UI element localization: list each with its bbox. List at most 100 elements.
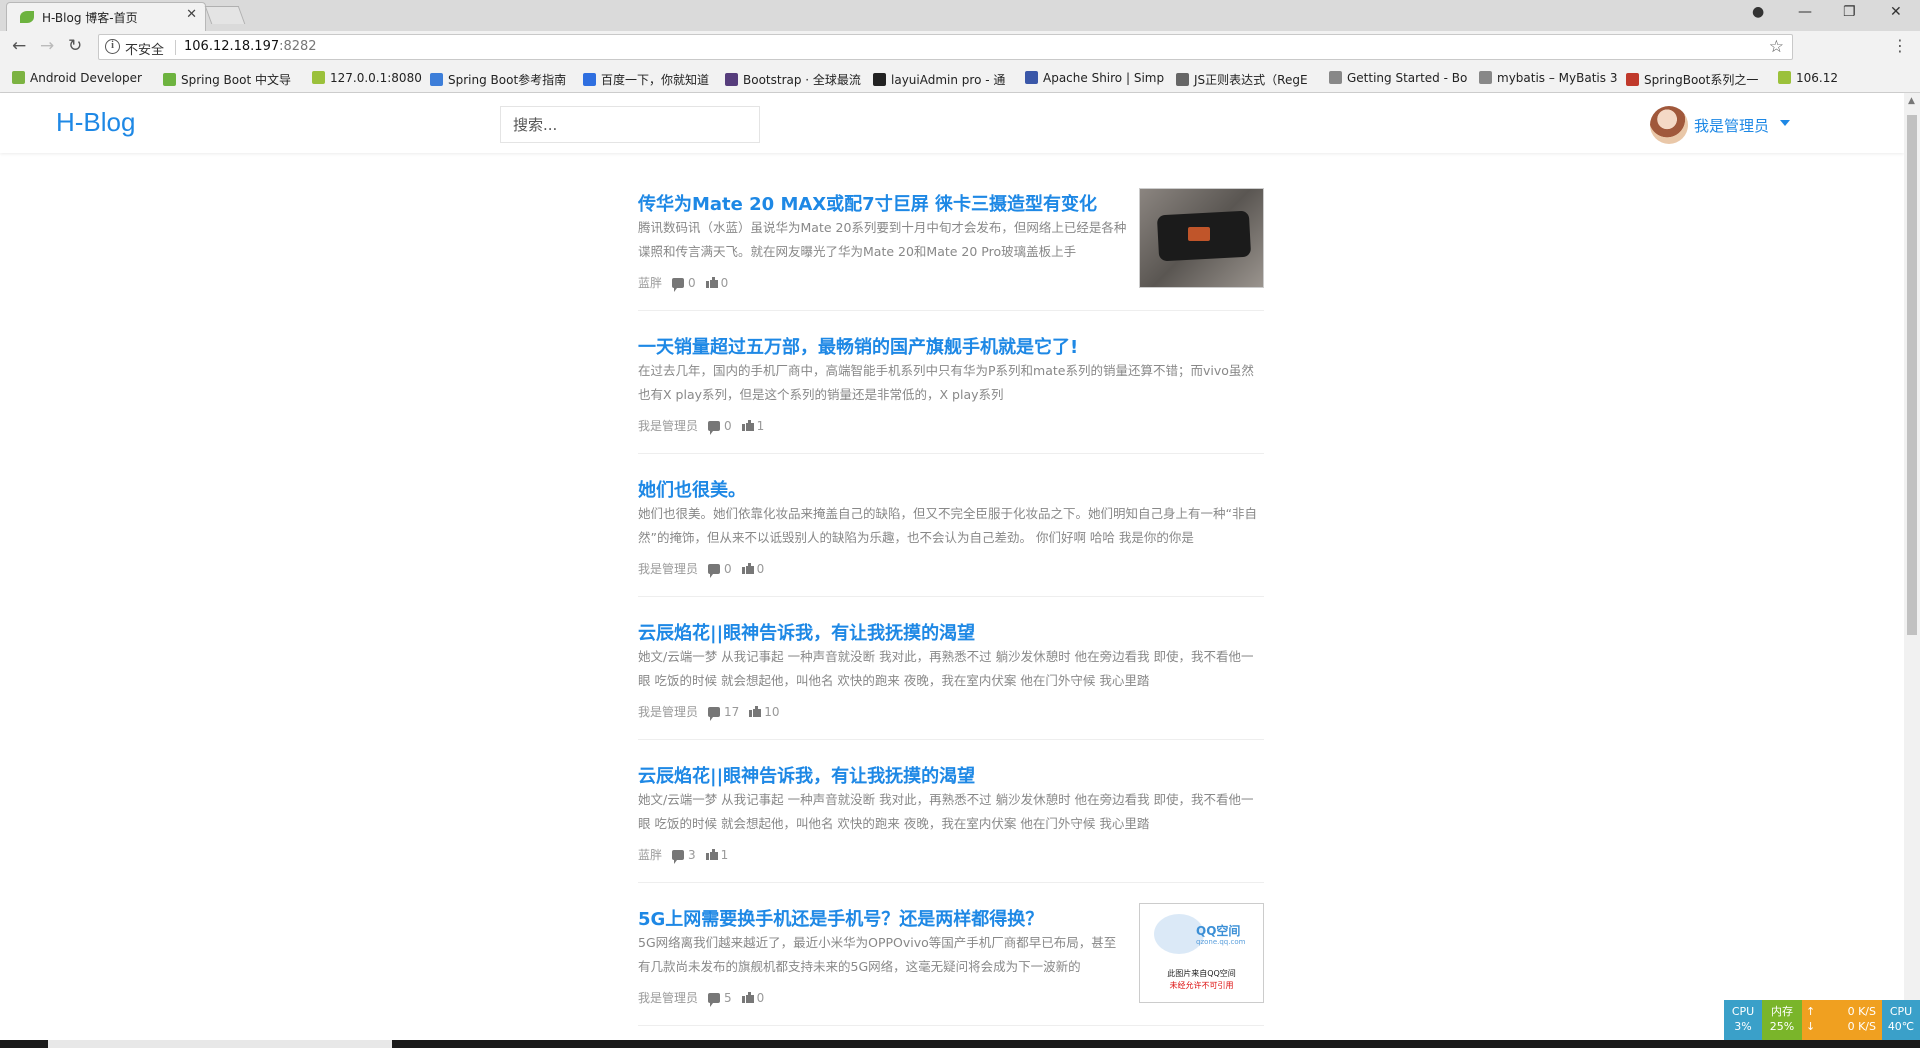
comment-count: 0 (688, 275, 696, 290)
post-summary: 在过去几年，国内的手机厂商中，高端智能手机系列中只有华为P系列和mate系列的销… (638, 363, 1254, 402)
search-input[interactable] (500, 106, 760, 143)
bookmark-favicon-icon (725, 73, 738, 86)
bookmark-item[interactable]: mybatis – MyBatis 3 (1479, 71, 1617, 85)
avatar[interactable] (1650, 106, 1688, 144)
url-text[interactable]: 106.12.18.197:8282 (184, 39, 317, 54)
bookmark-item[interactable]: Getting Started - Bo (1329, 71, 1467, 85)
bookmark-star-icon[interactable]: ☆ (1769, 37, 1784, 57)
bookmark-item[interactable]: 百度一下，你就知道 (583, 71, 709, 88)
bookmark-label: Getting Started - Bo (1347, 71, 1468, 85)
bookmark-label: JS正则表达式（RegE (1194, 73, 1308, 87)
post-author[interactable]: 我是管理员 (638, 989, 698, 1006)
post-title[interactable]: 云辰焰花||眼神告诉我，有让我抚摸的渴望 (638, 762, 975, 788)
temp-label: CPU (1889, 1005, 1913, 1018)
bookmark-favicon-icon (583, 73, 596, 86)
close-tab-icon[interactable]: ✕ (186, 7, 197, 22)
thumbs-up-icon[interactable] (741, 563, 754, 574)
minimize-icon[interactable]: — (1798, 4, 1812, 20)
post-author[interactable]: 我是管理员 (638, 417, 698, 434)
comment-icon (708, 992, 721, 1007)
post-title[interactable]: 云辰焰花||眼神告诉我，有让我抚摸的渴望 (638, 619, 975, 645)
like-count: 0 (756, 561, 765, 576)
info-icon[interactable]: i (105, 39, 120, 54)
post-list: 传华为Mate 20 MAX或配7寸巨屏 徕卡三摄造型有变化 腾讯数码讯（水蓝）虽… (638, 168, 1264, 1026)
caret-down-icon[interactable] (1780, 120, 1790, 126)
page-scrollbar[interactable]: ▲ (1904, 93, 1920, 1048)
restore-icon[interactable]: ❐ (1843, 4, 1856, 20)
bookmark-label: mybatis – MyBatis 3 (1497, 71, 1617, 85)
browser-menu-icon[interactable]: ⋮ (1892, 36, 1908, 55)
bookmark-item[interactable]: Apache Shiro | Simp (1025, 71, 1164, 85)
bookmark-item[interactable]: Spring Boot参考指南 (430, 71, 566, 88)
bookmark-label: layuiAdmin pro - 通 (891, 73, 1006, 87)
post-summary: 她文/云端一梦 从我记事起 一种声音就没断 我对此，再熟悉不过 躺沙发休憩时 他… (638, 649, 1254, 688)
post-item: 云辰焰花||眼神告诉我，有让我抚摸的渴望 她文/云端一梦 从我记事起 一种声音就没… (638, 740, 1264, 883)
bookmark-item[interactable]: 106.12 (1778, 71, 1838, 85)
post-title[interactable]: 她们也很美。 (638, 476, 746, 502)
scroll-thumb[interactable] (1907, 115, 1917, 635)
back-arrow-icon[interactable]: ← (12, 36, 26, 56)
scroll-up-icon[interactable]: ▲ (1908, 96, 1915, 106)
post-meta: 蓝胖 0 0 (638, 274, 729, 292)
cpu-value: 3% (1734, 1020, 1752, 1033)
forward-arrow-icon[interactable]: → (40, 36, 54, 56)
user-name[interactable]: 我是管理员 (1694, 115, 1769, 136)
post-summary: 她们也很美。她们依靠化妆品来掩盖自己的缺陷，但又不完全臣服于化妆品之下。她们明知… (638, 506, 1257, 545)
bookmark-item[interactable]: Android Developer (12, 71, 142, 85)
reload-icon[interactable]: ↻ (68, 36, 82, 56)
bookmark-item[interactable]: Bootstrap · 全球最流 (725, 71, 861, 88)
memory-label: 内存 (1771, 1005, 1793, 1018)
browser-tab[interactable]: H-Blog 博客-首页 ✕ (6, 2, 206, 31)
cpu-temperature: CPU 40℃ (1882, 1000, 1920, 1040)
thumbs-up-icon[interactable] (705, 849, 718, 860)
security-label[interactable]: 不安全 (125, 39, 164, 58)
thumbs-up-icon[interactable] (741, 992, 754, 1003)
post-meta: 我是管理员 0 0 (638, 560, 765, 578)
bookmark-label: 127.0.0.1:8080 (330, 71, 422, 85)
post-author[interactable]: 我是管理员 (638, 560, 698, 577)
post-meta: 蓝胖 3 1 (638, 846, 728, 864)
comment-count: 17 (724, 704, 740, 719)
bookmark-favicon-icon (163, 73, 176, 86)
profile-icon[interactable]: ● (1752, 4, 1764, 20)
new-tab-button[interactable] (204, 6, 246, 24)
bookmark-item[interactable]: SpringBoot系列之一 (1626, 71, 1758, 88)
taskbar-item[interactable] (48, 1040, 392, 1048)
post-author[interactable]: 蓝胖 (638, 274, 662, 291)
browser-toolbar: ← → ↻ i 不安全 106.12.18.197:8282 ☆ ⋮ (0, 31, 1920, 64)
bookmark-label: Apache Shiro | Simp (1043, 71, 1165, 85)
upload-speed: 0 K/S (1847, 1005, 1876, 1018)
thumbs-up-icon[interactable] (741, 420, 754, 431)
network-speed: ↑ 0 K/S ↓ 0 K/S (1802, 1000, 1882, 1040)
bookmark-favicon-icon (312, 71, 325, 84)
bookmark-label: Bootstrap · 全球最流 (743, 73, 861, 87)
qq-notice: 此图片来自QQ空间 (1167, 969, 1236, 978)
bookmark-item[interactable]: 127.0.0.1:8080 (312, 71, 422, 85)
thumbs-up-icon[interactable] (705, 277, 718, 288)
bookmark-label: Spring Boot参考指南 (448, 73, 567, 87)
thumbs-up-icon[interactable] (749, 706, 762, 717)
address-bar[interactable]: i 不安全 106.12.18.197:8282 ☆ (98, 34, 1793, 60)
post-author[interactable]: 蓝胖 (638, 846, 662, 863)
close-window-icon[interactable]: ✕ (1890, 4, 1902, 20)
comment-icon (672, 849, 685, 864)
site-logo[interactable]: H-Blog (56, 107, 135, 138)
bookmark-item[interactable]: layuiAdmin pro - 通 (873, 71, 1005, 88)
post-title[interactable]: 5G上网需要换手机还是手机号？还是两样都得换？ (638, 905, 1043, 931)
like-count: 0 (720, 275, 729, 290)
like-count: 0 (756, 990, 765, 1005)
bookmark-item[interactable]: Spring Boot 中文导 (163, 71, 291, 88)
post-item: 云辰焰花||眼神告诉我，有让我抚摸的渴望她文/云端一梦 从我记事起 一种声音就没… (638, 597, 1264, 740)
comment-icon (672, 277, 685, 292)
post-thumbnail[interactable]: QQ空间 qzone.qq.com 此图片来自QQ空间 未经允许不可引用 (1139, 903, 1264, 1003)
post-author[interactable]: 我是管理员 (638, 703, 698, 720)
spring-leaf-icon (20, 11, 34, 23)
bookmark-label: 百度一下，你就知道 (601, 73, 710, 87)
post-summary: 5G网络离我们越来越近了，最近小米华为OPPOvivo等国产手机厂商都早已布局，… (638, 935, 1117, 974)
post-title[interactable]: 传华为Mate 20 MAX或配7寸巨屏 徕卡三摄造型有变化 (638, 190, 1097, 216)
bookmark-favicon-icon (1025, 71, 1038, 84)
post-thumbnail[interactable] (1139, 188, 1264, 288)
post-title[interactable]: 一天销量超过五万部，最畅销的国产旗舰手机就是它了! (638, 333, 1078, 359)
bookmark-item[interactable]: JS正则表达式（RegE (1176, 71, 1308, 88)
comment-icon (708, 420, 721, 435)
